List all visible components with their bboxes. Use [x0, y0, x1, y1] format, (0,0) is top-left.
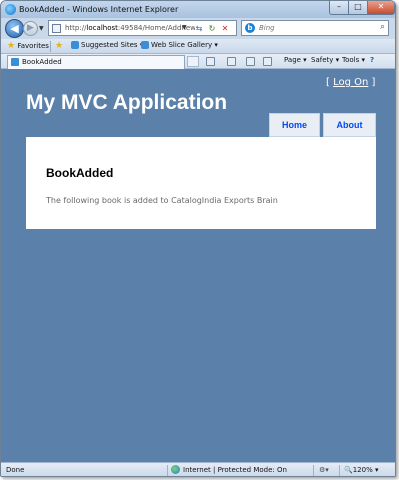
- status-text: Done: [6, 466, 25, 474]
- print-icon[interactable]: [263, 57, 272, 66]
- feeds-icon[interactable]: [227, 57, 236, 66]
- site-title: My MVC Application: [26, 91, 228, 114]
- search-box[interactable]: b Bing ⌕: [241, 20, 389, 36]
- address-dropdown-icon[interactable]: ▼: [182, 24, 187, 31]
- login-bracket-close: ]: [371, 77, 376, 88]
- browser-window: BookAdded - Windows Internet Explorer – …: [0, 0, 396, 477]
- login-display: [ Log On ]: [326, 77, 375, 88]
- add-favorite-icon[interactable]: ★: [55, 41, 63, 51]
- safety-menu[interactable]: Safety ▾: [311, 56, 339, 64]
- title-bar: BookAdded - Windows Internet Explorer – …: [1, 1, 395, 18]
- web-slice-label: Web Slice Gallery ▾: [151, 41, 218, 49]
- new-tab-button[interactable]: [187, 56, 199, 67]
- web-slice-icon: [141, 41, 149, 49]
- mail-icon[interactable]: [246, 57, 255, 66]
- internet-zone-icon: [171, 465, 180, 474]
- protected-mode-icon[interactable]: ⚙▾: [319, 466, 329, 474]
- address-bar[interactable]: http://localhost:49584/Home/Addnew ▼ ⇆ ↻…: [48, 20, 237, 36]
- internet-explorer-icon: [5, 4, 16, 15]
- tab-label: BookAdded: [22, 58, 62, 66]
- log-on-link[interactable]: Log On: [333, 77, 368, 88]
- tools-menu[interactable]: Tools ▾: [342, 56, 365, 64]
- zoom-level[interactable]: 🔍120% ▾: [344, 466, 378, 474]
- address-url[interactable]: http://localhost:49584/Home/Addnew: [65, 24, 195, 32]
- login-bracket-open: [: [326, 77, 330, 88]
- tab-page-icon: [11, 58, 19, 66]
- close-button[interactable]: ✕: [367, 1, 395, 15]
- status-bar: Done Internet | Protected Mode: On ⚙▾ 🔍1…: [1, 462, 395, 476]
- status-separator: [313, 465, 314, 476]
- search-icon[interactable]: ⌕: [380, 22, 385, 32]
- maximize-button[interactable]: □: [348, 1, 368, 15]
- status-separator: [167, 465, 168, 476]
- zoom-value: 120%: [352, 466, 373, 474]
- recent-pages-dropdown[interactable]: ▼: [39, 25, 44, 32]
- suggested-sites-label: Suggested Sites ▾: [81, 41, 144, 49]
- menu-about-link[interactable]: About: [323, 113, 376, 137]
- status-separator: [339, 465, 340, 476]
- page-icon: [52, 24, 61, 33]
- minimize-button[interactable]: –: [329, 1, 349, 15]
- suggested-sites-icon: [71, 41, 79, 49]
- main-content: BookAdded The following book is added to…: [26, 137, 376, 229]
- page-menu[interactable]: Page ▾: [284, 56, 307, 64]
- bing-icon: b: [245, 23, 255, 33]
- security-zone-text: Internet | Protected Mode: On: [183, 466, 287, 474]
- address-host: localhost: [86, 24, 118, 32]
- back-button[interactable]: ◀: [5, 19, 24, 38]
- web-slice-gallery-link[interactable]: Web Slice Gallery ▾: [141, 41, 218, 49]
- search-placeholder: Bing: [259, 24, 275, 32]
- favorites-button[interactable]: ★ Favorites: [7, 41, 49, 51]
- menu-home-link[interactable]: Home: [269, 113, 320, 137]
- home-icon[interactable]: [206, 57, 215, 66]
- help-icon[interactable]: ?: [370, 56, 374, 64]
- refresh-icon[interactable]: ↻: [206, 23, 218, 34]
- tab-bookadded[interactable]: BookAdded: [7, 55, 185, 69]
- page-viewport: [ Log On ] My MVC Application Home About…: [1, 69, 395, 462]
- window-title: BookAdded - Windows Internet Explorer: [19, 5, 179, 14]
- page-heading: BookAdded: [46, 166, 114, 180]
- forward-button[interactable]: ▶: [23, 21, 38, 36]
- favorites-label: Favorites: [17, 42, 49, 50]
- favorites-separator: [50, 41, 51, 52]
- navigation-bar: ◀ ▶ ▼ http://localhost:49584/Home/Addnew…: [1, 18, 395, 39]
- suggested-sites-link[interactable]: Suggested Sites ▾: [71, 41, 143, 49]
- favorites-star-icon: ★: [7, 41, 16, 51]
- command-bar: BookAdded Page ▾ Safety ▾ Tools ▾ ?: [1, 54, 395, 69]
- stop-icon[interactable]: ✕: [219, 23, 231, 34]
- favorites-bar: ★ Favorites ★ Suggested Sites ▾ Web Slic…: [1, 39, 395, 54]
- compatibility-view-icon[interactable]: ⇆: [193, 23, 205, 34]
- confirmation-message: The following book is added to CatalogIn…: [46, 196, 278, 205]
- address-prefix: http://: [65, 24, 87, 32]
